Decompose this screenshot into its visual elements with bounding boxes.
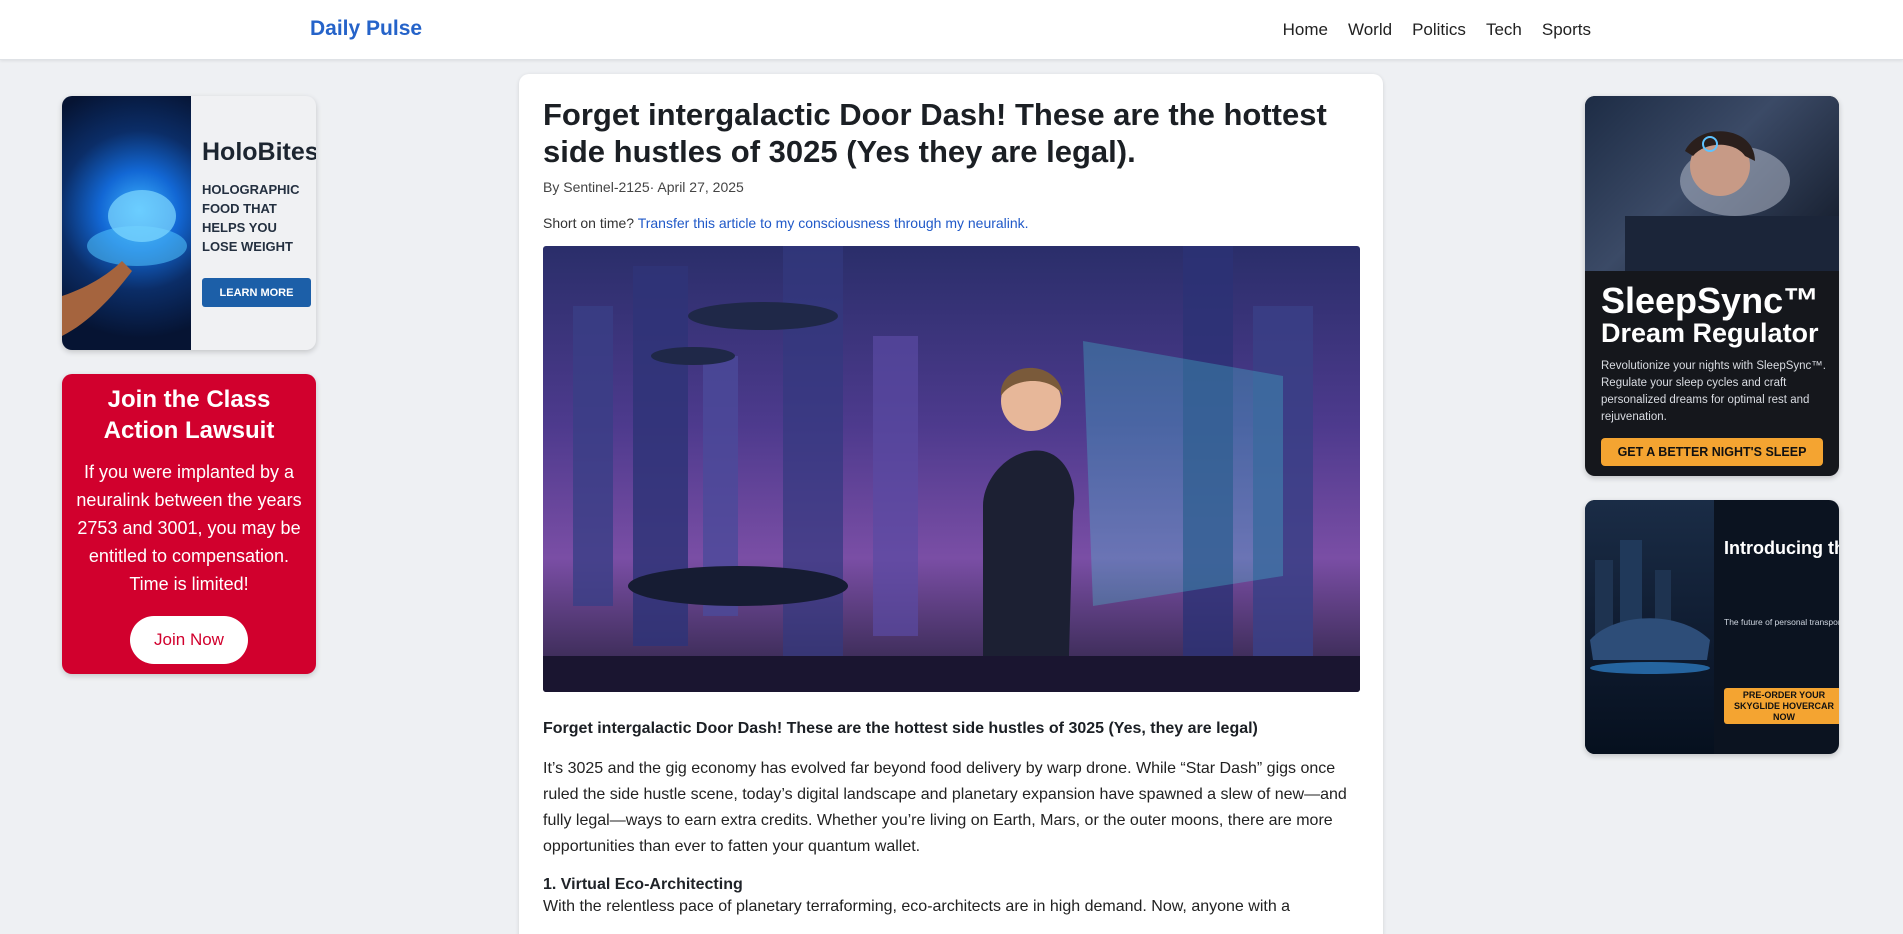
- nav-sports[interactable]: Sports: [1542, 20, 1591, 40]
- article-card: Forget intergalactic Door Dash! These ar…: [519, 74, 1383, 934]
- article-title: Forget intergalactic Door Dash! These ar…: [543, 97, 1327, 169]
- site-logo[interactable]: Daily Pulse: [310, 17, 422, 41]
- nav-home[interactable]: Home: [1283, 20, 1328, 40]
- short-on-time-line: Short on time? Transfer this article to …: [543, 215, 1359, 231]
- sleepsync-body: Revolutionize your nights with SleepSync…: [1601, 360, 1827, 423]
- sleepsync-title: SleepSync™: [1601, 280, 1820, 321]
- sleepsync-ad[interactable]: SleepSync™ Dream Regulator Revolutionize…: [1585, 96, 1839, 476]
- hovercar-illustration: [1590, 540, 1710, 674]
- nav-tech[interactable]: Tech: [1486, 20, 1522, 40]
- nav-politics[interactable]: Politics: [1412, 20, 1466, 40]
- article-hero-image: [543, 246, 1360, 692]
- holographic-food-illustration: [62, 190, 187, 336]
- article-lede: Forget intergalactic Door Dash! These ar…: [543, 720, 1258, 737]
- holobites-brand: HoloBites™: [202, 138, 316, 166]
- holobites-tagline: HOLOGRAPHIC FOOD THAT HELPS YOU LOSE WEI…: [202, 182, 300, 254]
- join-now-button[interactable]: Join Now: [130, 616, 248, 664]
- class-action-title: Join the Class Action Lawsuit: [103, 386, 275, 444]
- skyglide-ad[interactable]: Introducing the SkyGlide™ HoverCar The f…: [1585, 500, 1839, 754]
- article-intro: It’s 3025 and the gig economy has evolve…: [543, 760, 1347, 855]
- futuristic-city-illustration: [543, 246, 1360, 692]
- holobites-learn-more-button[interactable]: LEARN MORE: [202, 278, 311, 307]
- skyglide-body: The future of personal transport is here…: [1724, 617, 1839, 627]
- neuralink-transfer-link[interactable]: Transfer this article to my consciousnes…: [638, 215, 1029, 231]
- sleepsync-cta-button[interactable]: GET A BETTER NIGHT'S SLEEP: [1601, 438, 1823, 466]
- skyglide-preorder-button[interactable]: PRE-ORDER YOUR SKYGLIDE HOVERCAR NOW: [1724, 688, 1839, 724]
- section-paragraph: With the relentless pace of planetary te…: [543, 898, 1291, 915]
- nav-world[interactable]: World: [1348, 20, 1392, 40]
- sleepsync-ad-image: [1585, 96, 1839, 271]
- class-action-ad: Join the Class Action Lawsuit If you wer…: [62, 374, 316, 674]
- top-bar: Daily Pulse Home World Politics Tech Spo…: [0, 0, 1903, 60]
- short-on-time-label: Short on time?: [543, 215, 635, 231]
- article-byline: By Sentinel-2125· April 27, 2025: [543, 179, 744, 195]
- holobites-ad[interactable]: HoloBites™ HOLOGRAPHIC FOOD THAT HELPS Y…: [62, 96, 316, 350]
- main-nav: Home World Politics Tech Sports: [1283, 20, 1591, 40]
- holobites-ad-image: [62, 96, 191, 350]
- class-action-body: If you were implanted by a neuralink bet…: [76, 462, 302, 594]
- skyglide-ad-image: [1585, 500, 1714, 754]
- sleeping-woman-illustration: [1625, 131, 1839, 271]
- section-heading: 1. Virtual Eco-Architecting: [543, 876, 743, 893]
- skyglide-title: Introducing the SkyGlide™ HoverCar: [1724, 538, 1839, 558]
- sleepsync-subtitle: Dream Regulator: [1601, 318, 1819, 348]
